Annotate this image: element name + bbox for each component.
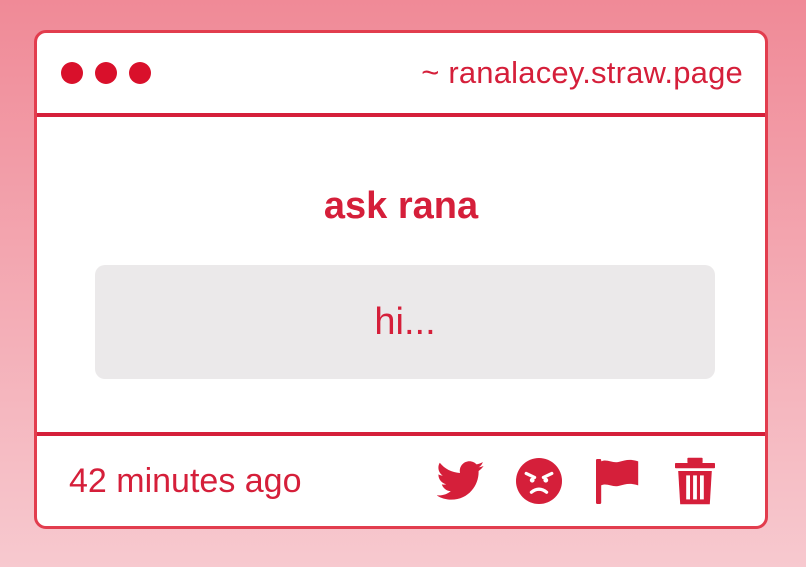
window-dot-icon — [95, 62, 117, 84]
window-dot-icon — [61, 62, 83, 84]
angry-face-icon — [516, 458, 562, 504]
action-bar — [435, 455, 721, 507]
timestamp: 42 minutes ago — [69, 461, 302, 500]
react-angry-button[interactable] — [513, 455, 565, 507]
ask-card: ~ ranalacey.straw.page ask rana hi... 42… — [34, 30, 768, 529]
card-footer: 42 minutes ago — [37, 436, 765, 526]
card-body: ask rana hi... — [37, 117, 765, 436]
page-title: ask rana — [323, 185, 479, 227]
page-url[interactable]: ~ ranalacey.straw.page — [421, 55, 743, 91]
window-dots — [61, 62, 151, 84]
share-twitter-button[interactable] — [435, 455, 487, 507]
report-button[interactable] — [591, 455, 643, 507]
window-titlebar: ~ ranalacey.straw.page — [37, 33, 765, 117]
trash-icon — [675, 457, 715, 505]
twitter-icon — [437, 461, 485, 500]
flag-icon — [596, 459, 639, 504]
message-text: hi... — [374, 300, 436, 343]
message-box: hi... — [95, 265, 715, 379]
delete-button[interactable] — [669, 455, 721, 507]
window-dot-icon — [129, 62, 151, 84]
